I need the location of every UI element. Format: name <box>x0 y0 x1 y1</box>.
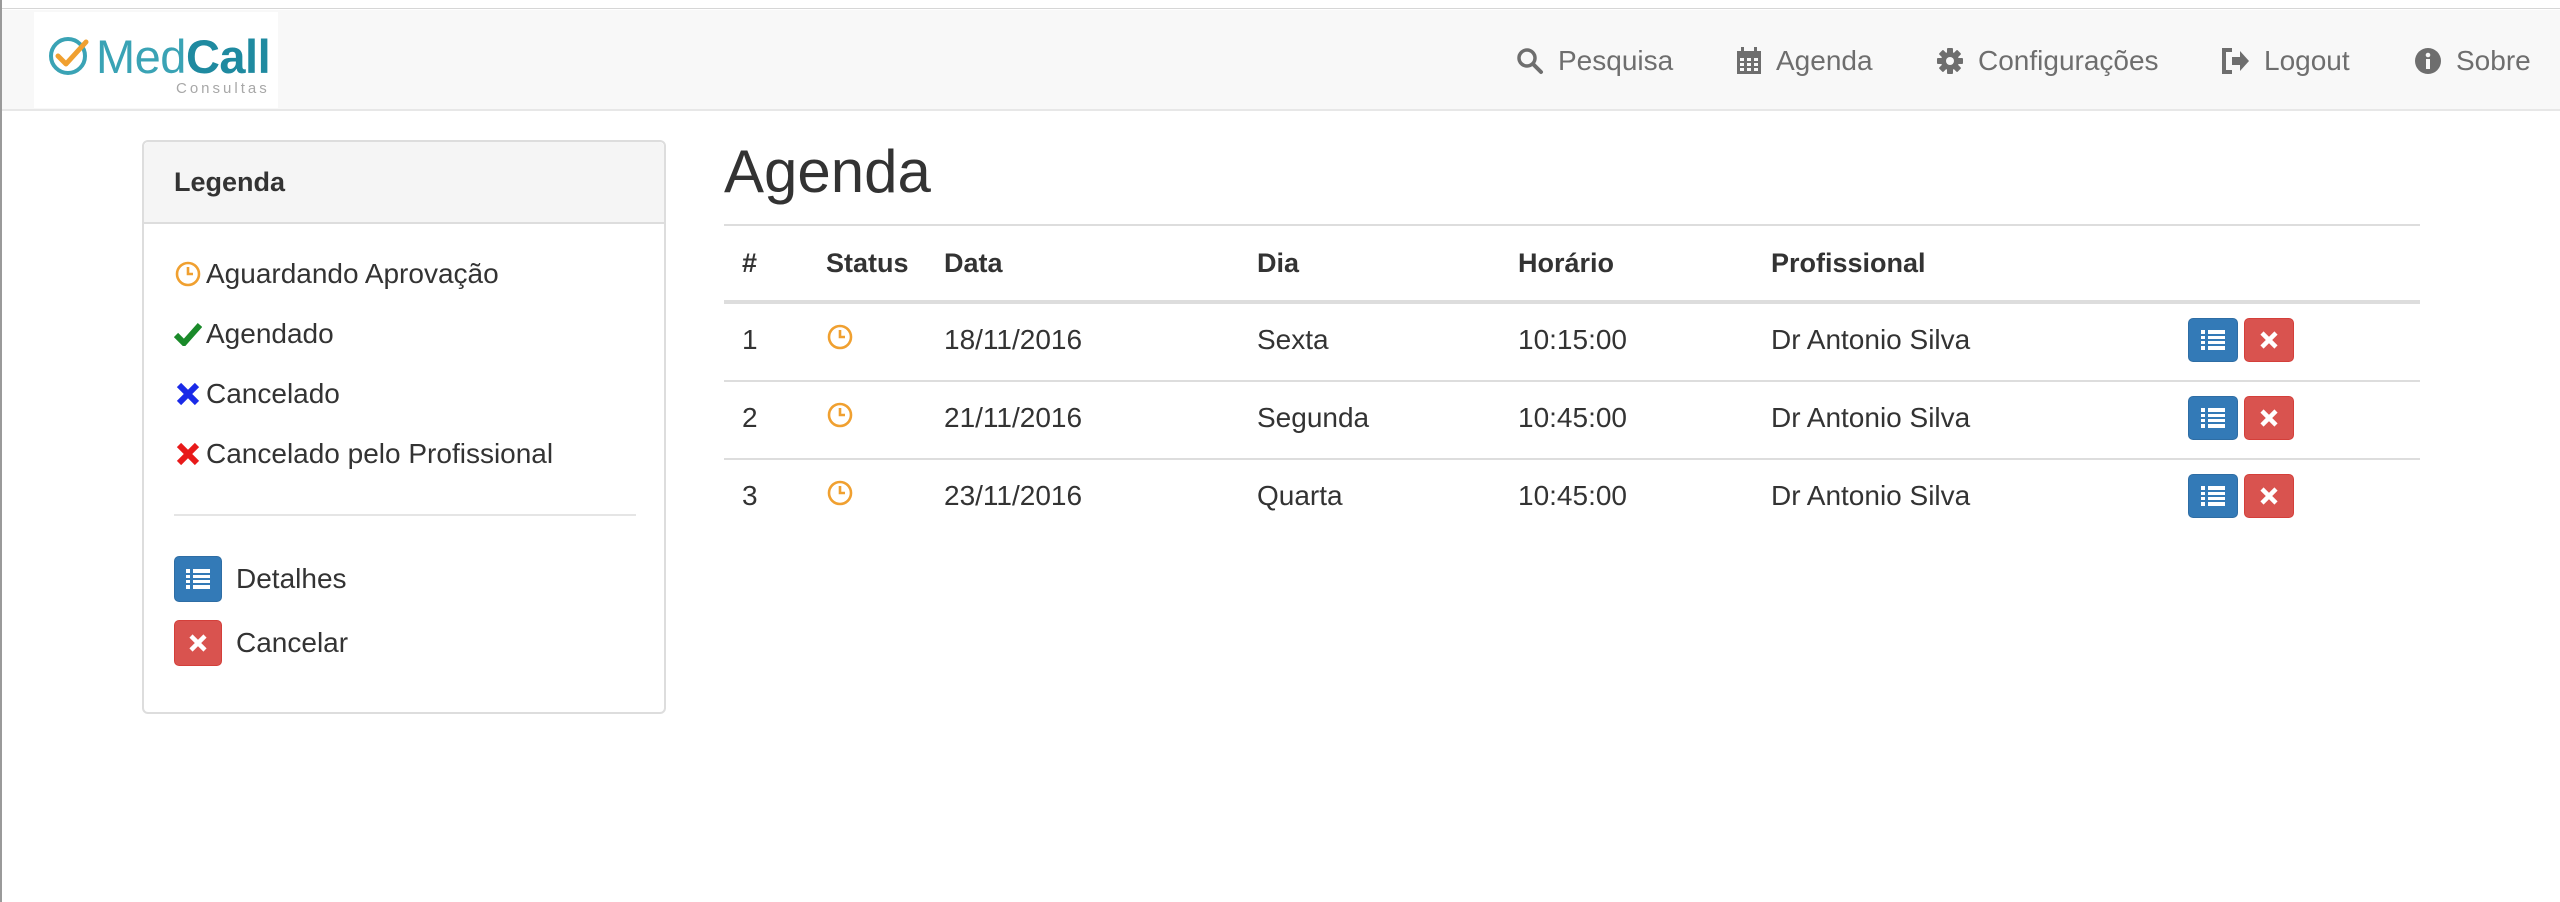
cell-dia: Quarta <box>1257 480 1343 511</box>
list-icon <box>2201 408 2225 428</box>
cancel-button[interactable] <box>2244 318 2294 362</box>
cell-data: 21/11/2016 <box>944 402 1083 433</box>
row-divider <box>724 458 2420 460</box>
info-icon <box>2415 47 2441 74</box>
details-button[interactable] <box>2188 474 2238 518</box>
nav-label: Pesquisa <box>1558 44 1674 76</box>
x-icon <box>174 380 202 408</box>
brand-name: MedCall <box>96 30 271 83</box>
nav-label: Logout <box>2264 44 2350 76</box>
legend-label: Detalhes <box>236 563 347 594</box>
nav-item-logout[interactable]: Logout <box>2220 10 2350 111</box>
cancel-button[interactable] <box>2244 396 2294 440</box>
legend-panel: Legenda Aguardando Aprovação Agendado Ca… <box>142 140 666 714</box>
navbar: MedCall Consultas Pesquisa Agenda Config… <box>2 10 2560 111</box>
legend-label: Cancelado pelo Profissional <box>206 438 554 469</box>
cell-dia: Sexta <box>1257 324 1329 355</box>
legend-item-cancelado-profissional: Cancelado pelo Profissional <box>174 438 553 470</box>
brand-subtitle: Consultas <box>176 80 270 97</box>
legend-divider <box>174 514 636 516</box>
title-divider <box>724 224 2420 226</box>
clock-icon <box>827 480 853 506</box>
clock-icon <box>827 402 853 428</box>
legend-item-aguardando: Aguardando Aprovação <box>174 258 499 290</box>
brand-name-part1: Med <box>96 30 186 83</box>
column-header-status: Status <box>826 248 909 278</box>
details-button[interactable] <box>2188 318 2238 362</box>
nav-item-pesquisa[interactable]: Pesquisa <box>1516 10 1673 111</box>
legend-label: Cancelar <box>236 627 349 658</box>
details-button[interactable] <box>2188 396 2238 440</box>
clock-icon <box>174 260 202 288</box>
column-header-dia: Dia <box>1257 248 1300 278</box>
brand-name-part2: Call <box>185 30 271 83</box>
cell-profissional: Dr Antonio Silva <box>1771 402 1971 433</box>
window-top-strip <box>0 0 2560 9</box>
legend-item-detalhes: Detalhes <box>174 556 347 602</box>
check-icon <box>174 320 202 348</box>
remove-icon <box>2260 331 2278 349</box>
logo-clock-check-icon <box>49 37 89 75</box>
remove-icon <box>2260 487 2278 505</box>
logout-icon <box>2222 47 2249 74</box>
table-header-divider <box>724 300 2420 304</box>
gear-icon <box>1937 47 1963 74</box>
cell-num: 1 <box>742 324 758 355</box>
legend-label: Aguardando Aprovação <box>206 258 499 289</box>
cell-profissional: Dr Antonio Silva <box>1771 480 1971 511</box>
list-icon <box>2201 330 2225 350</box>
legend-item-cancelar: Cancelar <box>174 620 348 666</box>
cell-data: 18/11/2016 <box>944 324 1083 355</box>
nav-item-sobre[interactable]: Sobre <box>2414 10 2531 111</box>
list-icon <box>174 556 222 602</box>
nav-label: Configurações <box>1978 44 2159 76</box>
row-divider <box>724 380 2420 382</box>
cell-horario: 10:45:00 <box>1518 402 1627 433</box>
cell-data: 23/11/2016 <box>944 480 1083 511</box>
calendar-icon <box>1737 46 1761 74</box>
legend-item-agendado: Agendado <box>174 318 334 350</box>
legend-item-cancelado: Cancelado <box>174 378 340 410</box>
nav-label: Agenda <box>1776 44 1873 76</box>
window-left-edge <box>0 0 2 902</box>
cell-dia: Segunda <box>1257 402 1370 433</box>
clock-icon <box>827 324 853 350</box>
legend-title: Legenda <box>144 142 664 224</box>
legend-label: Agendado <box>206 318 334 349</box>
nav-item-agenda[interactable]: Agenda <box>1736 10 1873 111</box>
column-header-profissional: Profissional <box>1771 248 1926 278</box>
cell-num: 2 <box>742 402 758 433</box>
cell-horario: 10:15:00 <box>1518 324 1627 355</box>
brand-logo[interactable]: MedCall Consultas <box>34 12 278 108</box>
column-header-data: Data <box>944 248 1003 278</box>
cell-profissional: Dr Antonio Silva <box>1771 324 1971 355</box>
nav-item-configuracoes[interactable]: Configurações <box>1936 10 2159 111</box>
remove-icon <box>2260 409 2278 427</box>
list-icon <box>2201 486 2225 506</box>
cell-num: 3 <box>742 480 758 511</box>
remove-icon <box>174 620 222 666</box>
column-header-horario: Horário <box>1518 248 1615 278</box>
cancel-button[interactable] <box>2244 474 2294 518</box>
legend-label: Cancelado <box>206 378 340 409</box>
nav-label: Sobre <box>2456 44 2531 76</box>
cell-horario: 10:45:00 <box>1518 480 1627 511</box>
column-header-num: # <box>742 248 758 278</box>
x-icon <box>174 440 202 468</box>
search-icon <box>1517 47 1543 74</box>
page-title: Agenda <box>724 138 931 205</box>
